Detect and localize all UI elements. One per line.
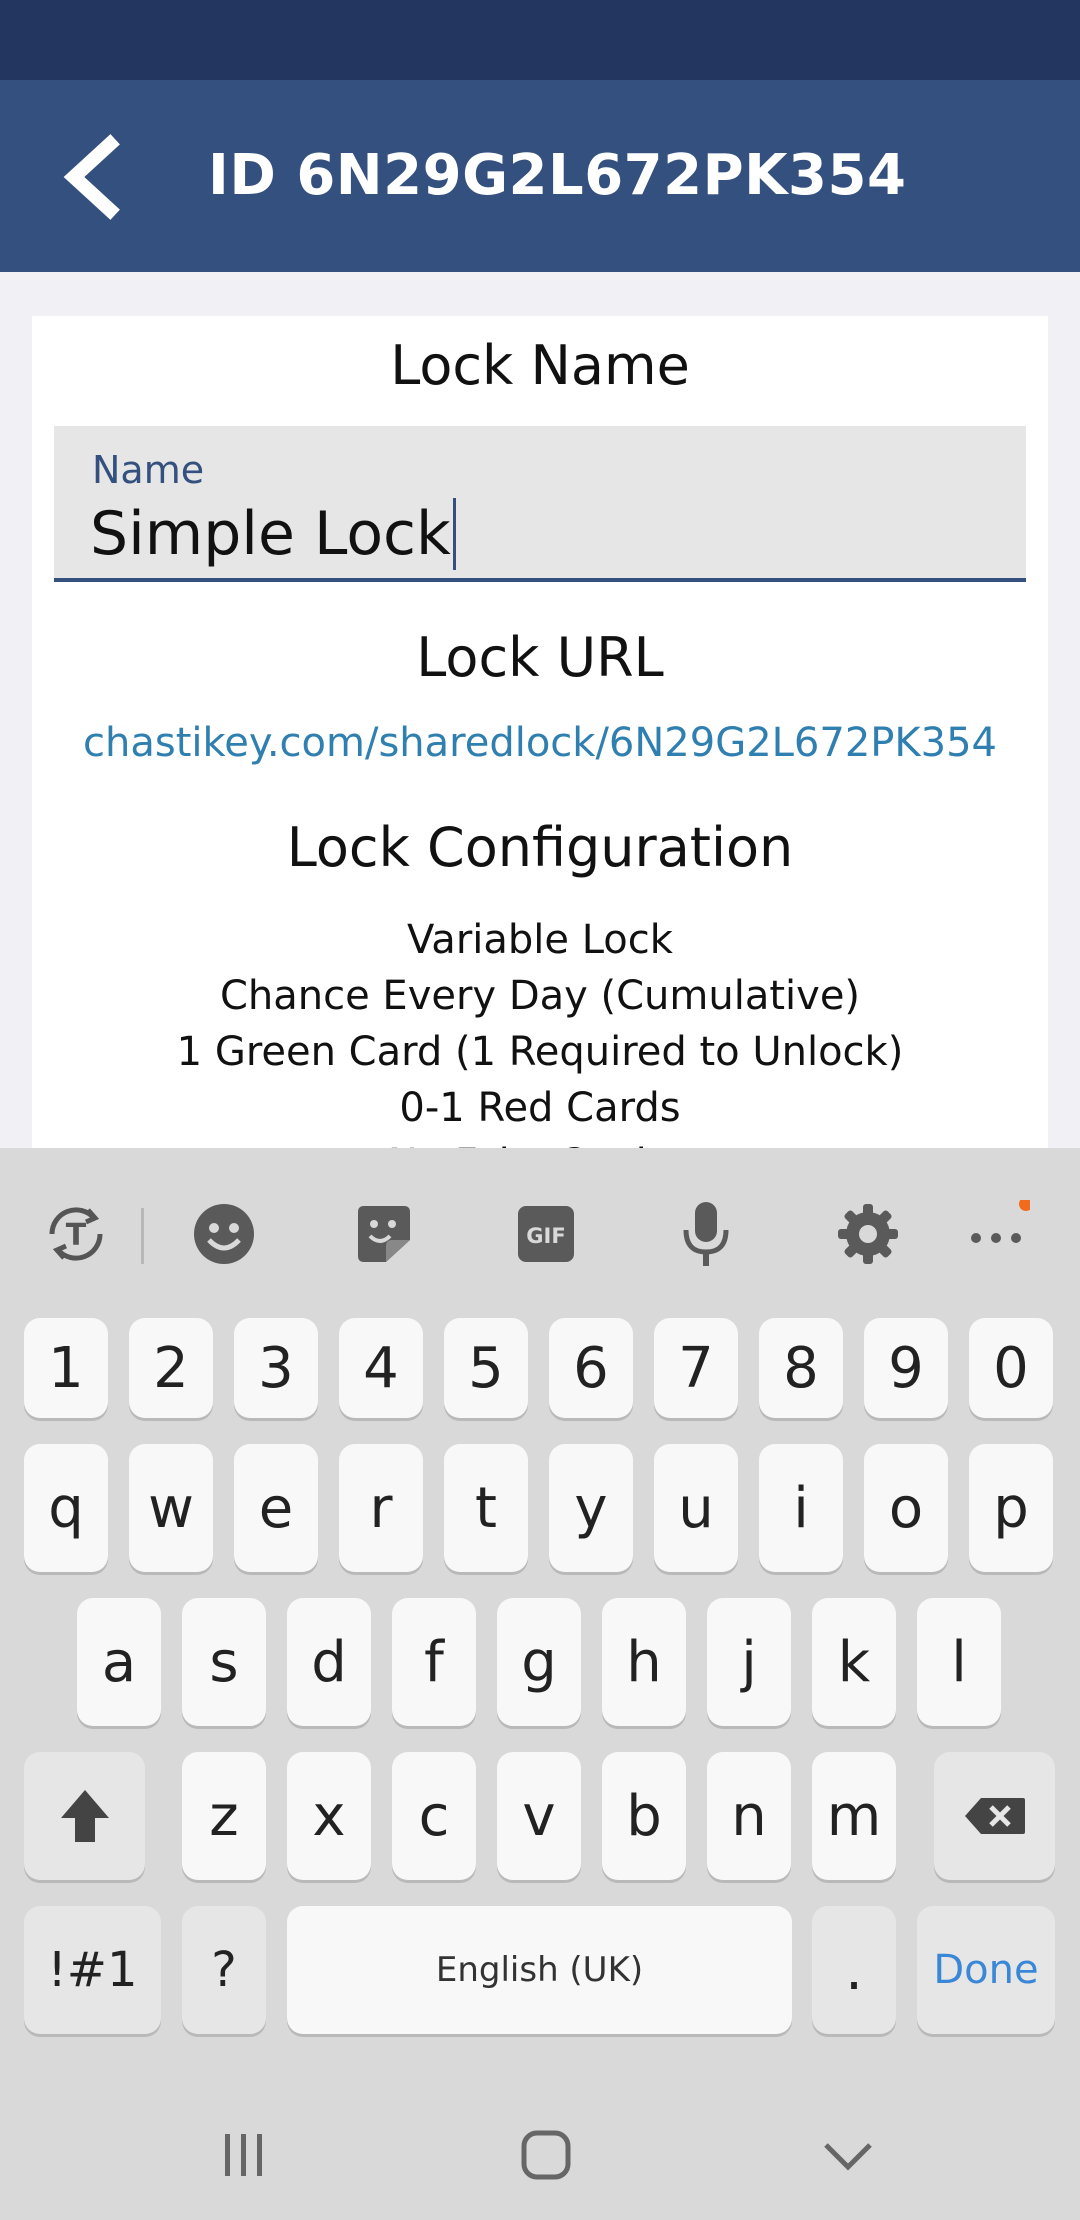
- key-3[interactable]: 3: [234, 1318, 318, 1418]
- key-1[interactable]: 1: [24, 1318, 108, 1418]
- sticker-icon[interactable]: [350, 1200, 418, 1268]
- lock-details-card: Lock Name Name Simple Lock Lock URL chas…: [32, 316, 1048, 1216]
- key-i[interactable]: i: [759, 1444, 843, 1572]
- symbols-key[interactable]: !#1: [24, 1906, 161, 2034]
- config-line: Variable Lock: [407, 917, 673, 963]
- key-m[interactable]: m: [812, 1752, 896, 1880]
- back-button[interactable]: [58, 132, 138, 222]
- key-w[interactable]: w: [129, 1444, 213, 1572]
- gif-icon[interactable]: GIF: [512, 1200, 580, 1268]
- key-7[interactable]: 7: [654, 1318, 738, 1418]
- config-line: 0-1 Red Cards: [399, 1085, 681, 1131]
- key-r[interactable]: r: [339, 1444, 423, 1572]
- key-b[interactable]: b: [602, 1752, 686, 1880]
- question-key[interactable]: ?: [182, 1906, 266, 2034]
- key-z[interactable]: z: [182, 1752, 266, 1880]
- lock-configuration-heading: Lock Configuration: [286, 816, 794, 879]
- key-s[interactable]: s: [182, 1598, 266, 1726]
- key-t[interactable]: t: [444, 1444, 528, 1572]
- svg-text:T: T: [66, 1218, 87, 1253]
- key-y[interactable]: y: [549, 1444, 633, 1572]
- key-e[interactable]: e: [234, 1444, 318, 1572]
- lock-name-heading: Lock Name: [390, 334, 690, 397]
- key-9[interactable]: 9: [864, 1318, 948, 1418]
- key-5[interactable]: 5: [444, 1318, 528, 1418]
- key-8[interactable]: 8: [759, 1318, 843, 1418]
- lock-url-heading: Lock URL: [416, 626, 664, 689]
- toolbar-divider: [141, 1208, 144, 1264]
- key-u[interactable]: u: [654, 1444, 738, 1572]
- name-field[interactable]: Name Simple Lock: [54, 426, 1026, 582]
- shift-icon: [60, 1790, 109, 1842]
- key-6[interactable]: 6: [549, 1318, 633, 1418]
- recent-apps-icon[interactable]: [204, 2120, 284, 2190]
- key-q[interactable]: q: [24, 1444, 108, 1572]
- key-4[interactable]: 4: [339, 1318, 423, 1418]
- key-c[interactable]: c: [392, 1752, 476, 1880]
- key-o[interactable]: o: [864, 1444, 948, 1572]
- key-g[interactable]: g: [497, 1598, 581, 1726]
- translate-icon[interactable]: T: [42, 1200, 110, 1268]
- period-key[interactable]: .: [812, 1906, 896, 2034]
- key-f[interactable]: f: [392, 1598, 476, 1726]
- name-input[interactable]: Simple Lock: [90, 498, 456, 570]
- backspace-key[interactable]: [934, 1752, 1055, 1880]
- name-input-value: Simple Lock: [90, 499, 451, 569]
- text-caret: [452, 498, 456, 570]
- key-j[interactable]: j: [707, 1598, 791, 1726]
- name-field-label: Name: [92, 448, 205, 492]
- key-2[interactable]: 2: [129, 1318, 213, 1418]
- chevron-left-icon: [63, 134, 120, 220]
- system-nav-bar: [0, 2080, 1080, 2220]
- more-icon[interactable]: [962, 1200, 1030, 1268]
- app-bar: ID 6N29G2L672PK354: [0, 80, 1080, 272]
- emoji-icon[interactable]: [190, 1200, 258, 1268]
- hide-keyboard-icon[interactable]: [808, 2120, 888, 2190]
- key-x[interactable]: x: [287, 1752, 371, 1880]
- space-key[interactable]: English (UK): [287, 1906, 792, 2034]
- key-h[interactable]: h: [602, 1598, 686, 1726]
- microphone-icon[interactable]: [672, 1200, 740, 1268]
- config-line: 1 Green Card (1 Required to Unlock): [176, 1029, 904, 1075]
- home-icon[interactable]: [506, 2120, 586, 2190]
- key-0[interactable]: 0: [969, 1318, 1053, 1418]
- svg-text:GIF: GIF: [526, 1224, 565, 1248]
- backspace-icon: [964, 1798, 1025, 1834]
- done-key[interactable]: Done: [917, 1906, 1055, 2034]
- key-v[interactable]: v: [497, 1752, 581, 1880]
- config-line: Chance Every Day (Cumulative): [219, 973, 861, 1019]
- key-l[interactable]: l: [917, 1598, 1001, 1726]
- key-d[interactable]: d: [287, 1598, 371, 1726]
- key-k[interactable]: k: [812, 1598, 896, 1726]
- key-p[interactable]: p: [969, 1444, 1053, 1572]
- key-n[interactable]: n: [707, 1752, 791, 1880]
- on-screen-keyboard: T GIF 1 2 3 4 5 6 7 8 9 0 q w e r t y u …: [0, 1148, 1080, 2220]
- shift-key[interactable]: [24, 1752, 145, 1880]
- status-bar: [0, 0, 1080, 80]
- lock-url-link[interactable]: chastikey.com/sharedlock/6N29G2L672PK354: [32, 720, 1048, 766]
- page-title: ID 6N29G2L672PK354: [208, 143, 907, 208]
- keyboard-toolbar: T GIF: [0, 1148, 1080, 1318]
- settings-icon[interactable]: [834, 1200, 902, 1268]
- key-a[interactable]: a: [77, 1598, 161, 1726]
